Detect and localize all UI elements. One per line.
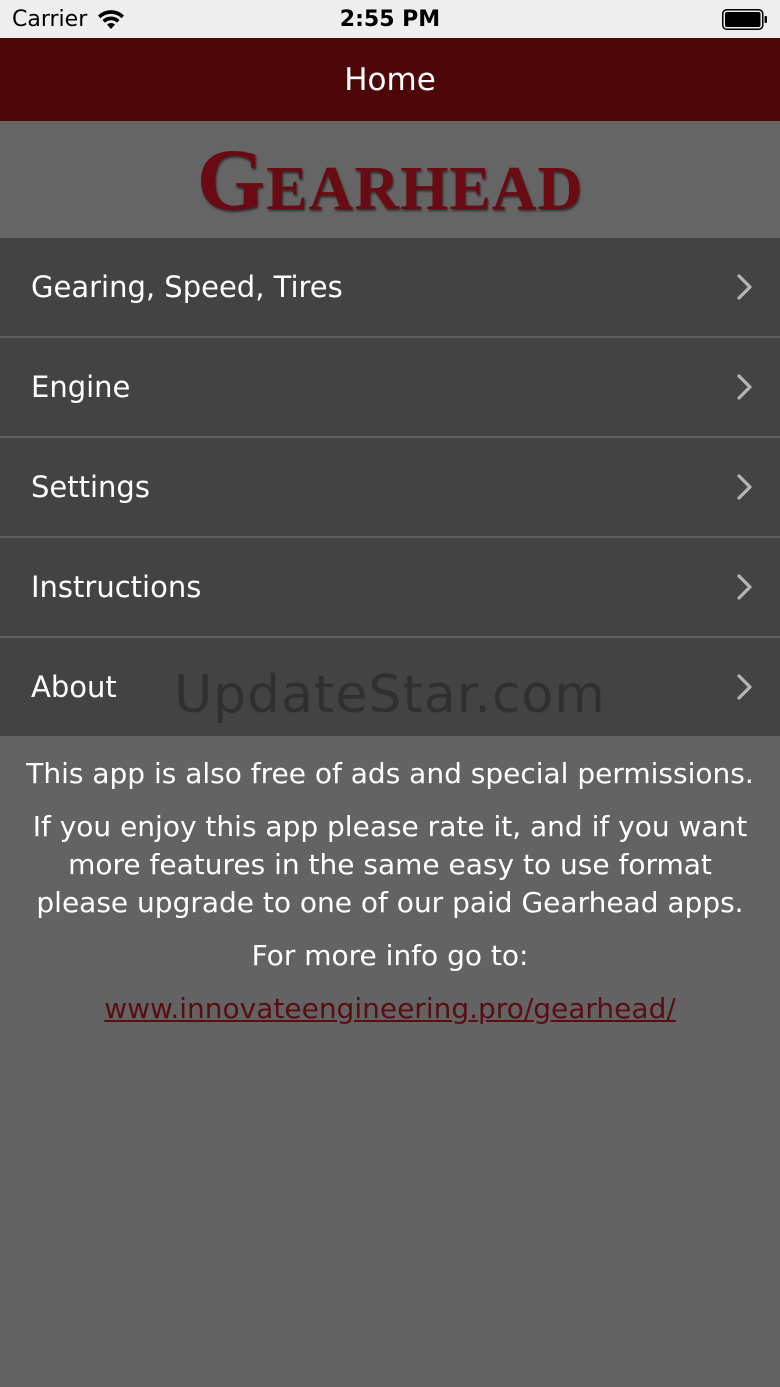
menu-item-label: Instructions bbox=[31, 570, 202, 604]
navigation-bar: Home bbox=[0, 38, 780, 121]
info-text-rate: If you enjoy this app please rate it, an… bbox=[32, 810, 748, 919]
chevron-right-icon bbox=[737, 574, 752, 600]
logo-area: Gearhead bbox=[0, 121, 780, 238]
menu-item-instructions[interactable]: Instructions bbox=[0, 538, 780, 638]
menu-item-settings[interactable]: Settings bbox=[0, 438, 780, 538]
menu-item-label: Settings bbox=[31, 470, 150, 504]
website-link[interactable]: www.innovateengineering.pro/gearhead/ bbox=[104, 992, 676, 1025]
info-text-ads: This app is also free of ads and special… bbox=[26, 757, 754, 790]
page-title: Home bbox=[344, 61, 436, 98]
status-time: 2:55 PM bbox=[339, 7, 441, 32]
menu-item-about[interactable]: About bbox=[0, 638, 780, 736]
status-bar: Carrier 2:55 PM bbox=[0, 0, 780, 38]
info-section: This app is also free of ads and special… bbox=[20, 755, 760, 1043]
menu-item-engine[interactable]: Engine bbox=[0, 338, 780, 438]
chevron-right-icon bbox=[737, 374, 752, 400]
menu-item-label: Engine bbox=[31, 370, 131, 404]
chevron-right-icon bbox=[737, 474, 752, 500]
menu-item-label: About bbox=[31, 670, 117, 704]
main-menu: Gearing, Speed, Tires Engine Settings In… bbox=[0, 238, 780, 736]
info-text-more: For more info go to: bbox=[251, 939, 529, 972]
battery-icon bbox=[722, 9, 767, 30]
chevron-right-icon bbox=[737, 674, 752, 700]
chevron-right-icon bbox=[737, 274, 752, 300]
menu-item-label: Gearing, Speed, Tires bbox=[31, 270, 343, 304]
menu-item-gearing[interactable]: Gearing, Speed, Tires bbox=[0, 238, 780, 338]
gearhead-logo: Gearhead bbox=[196, 131, 584, 229]
